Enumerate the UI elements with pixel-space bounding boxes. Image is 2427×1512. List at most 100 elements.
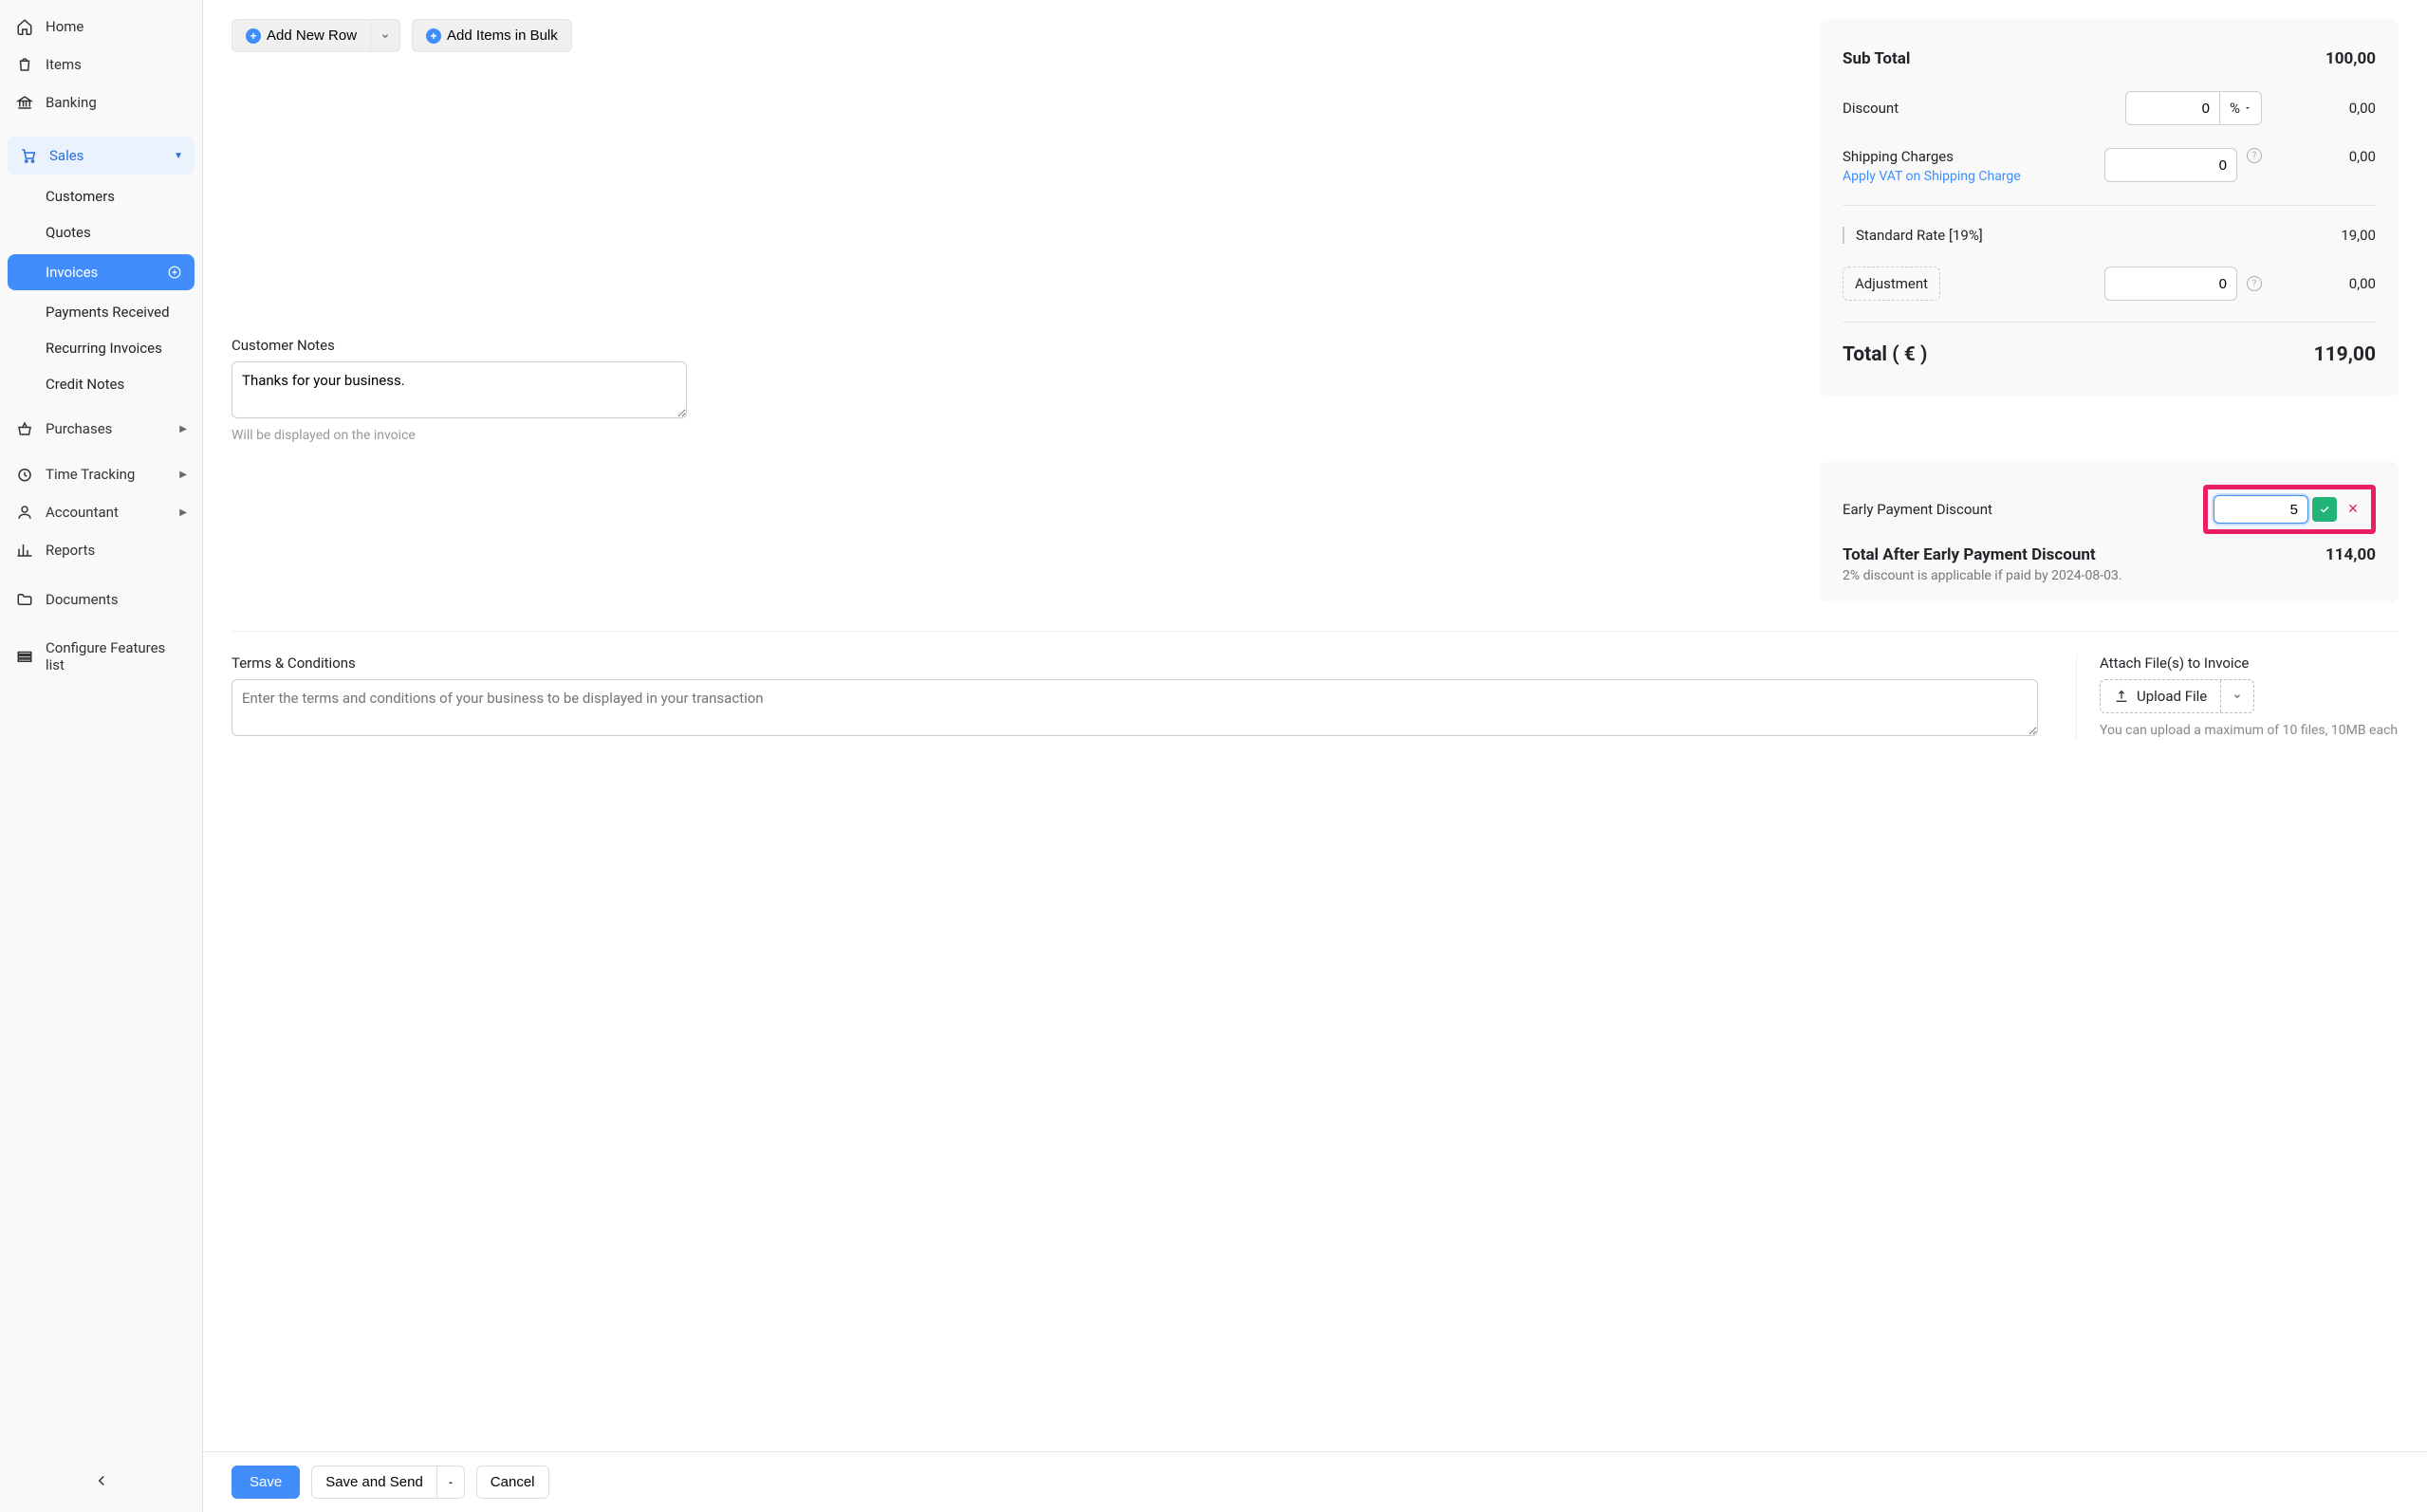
plus-circle-icon: + [246,28,261,44]
discount-unit-dropdown[interactable]: % [2220,91,2262,125]
apply-vat-shipping-link[interactable]: Apply VAT on Shipping Charge [1843,169,2021,184]
save-and-send-dropdown[interactable] [437,1466,465,1499]
epd-total-after-label: Total After Early Payment Discount [1843,545,2262,564]
nav-banking[interactable]: Banking [0,83,202,121]
upload-file-button[interactable]: Upload File [2101,680,2220,712]
nav-label: Sales [49,147,162,164]
chevron-right-icon: ▶ [179,424,187,434]
shipping-label: Shipping Charges [1843,148,2104,165]
subtotal-label: Sub Total [1843,49,2262,68]
plus-circle-icon: + [426,28,441,44]
sidebar: Home Items Banking Sales ▼ Customers Quo… [0,0,203,1512]
help-icon[interactable]: ? [2247,148,2262,163]
nav-label: Banking [46,94,187,111]
add-items-bulk-button[interactable]: + Add Items in Bulk [412,19,572,52]
tax-value: 19,00 [2262,227,2376,244]
footer-actions: Save Save and Send Cancel [203,1451,2427,1512]
sales-subitems: Customers Quotes Invoices Payments Recei… [0,178,202,402]
save-button[interactable]: Save [232,1466,300,1499]
nav-label: Credit Notes [46,376,124,393]
subtotal-value: 100,00 [2262,49,2376,68]
adjustment-value: 0,00 [2262,275,2376,292]
epd-highlight-box: ✕ [2203,485,2376,534]
cart-icon [19,146,38,165]
terms-label: Terms & Conditions [232,655,2038,672]
bank-icon [15,93,34,112]
add-new-row-button[interactable]: + Add New Row [232,19,371,52]
settings-icon [15,647,34,666]
help-icon[interactable]: ? [2247,276,2262,291]
plus-icon[interactable] [166,264,183,281]
nav-configure[interactable]: Configure Features list [0,630,202,683]
epd-label: Early Payment Discount [1843,501,2203,518]
nav-items[interactable]: Items [0,46,202,83]
nav-label: Documents [46,591,187,608]
nav-accountant[interactable]: Accountant ▶ [0,493,202,531]
nav-label: Payments Received [46,304,170,321]
accountant-icon [15,503,34,522]
shipping-input[interactable] [2104,148,2237,182]
nav-label: Recurring Invoices [46,340,162,357]
adjustment-input[interactable] [2104,267,2237,301]
nav-credit-notes[interactable]: Credit Notes [0,366,202,402]
epd-input[interactable] [2214,495,2308,524]
tax-label: Standard Rate [19%] [1843,227,2262,244]
nav-quotes[interactable]: Quotes [0,214,202,250]
nav-label: Configure Features list [46,639,187,673]
nav-purchases[interactable]: Purchases ▶ [0,410,202,448]
add-new-row-group: + Add New Row [232,19,400,52]
customer-notes-textarea[interactable] [232,361,687,418]
nav-reports[interactable]: Reports [0,531,202,569]
epd-total-after-value: 114,00 [2262,545,2376,564]
folder-icon [15,590,34,609]
nav-label: Accountant [46,504,168,521]
nav-payments-received[interactable]: Payments Received [0,294,202,330]
customer-notes-label: Customer Notes [232,337,1791,354]
save-and-send-button[interactable]: Save and Send [311,1466,437,1499]
nav-label: Purchases [46,420,168,437]
nav-documents[interactable]: Documents [0,581,202,618]
cancel-button[interactable]: Cancel [476,1466,549,1499]
add-new-row-dropdown[interactable] [371,19,400,52]
basket-icon [15,419,34,438]
nav-label: Customers [46,188,115,205]
upload-dropdown[interactable] [2220,680,2253,712]
nav-label: Quotes [46,224,91,241]
nav-customers[interactable]: Customers [0,178,202,214]
button-label: Add New Row [267,28,357,44]
main-content: + Add New Row + Add Items in Bulk [203,0,2427,1512]
nav-recurring-invoices[interactable]: Recurring Invoices [0,330,202,366]
discount-value: 0,00 [2262,100,2376,117]
nav-label: Items [46,56,187,73]
shipping-value: 0,00 [2262,148,2376,165]
epd-cancel-button[interactable]: ✕ [2341,497,2365,522]
customer-notes-hint: Will be displayed on the invoice [232,428,1791,443]
nav-label: Invoices [46,264,98,281]
discount-input[interactable] [2125,91,2220,125]
bag-icon [15,55,34,74]
grand-total-label: Total ( € ) [1843,343,2262,366]
attach-hint: You can upload a maximum of 10 files, 10… [2100,723,2399,738]
grand-total-value: 119,00 [2262,343,2376,366]
discount-label: Discount [1843,100,2125,117]
adjustment-label[interactable]: Adjustment [1843,267,1940,301]
clock-icon [15,465,34,484]
totals-panel: Sub Total 100,00 Discount % [1820,19,2399,396]
early-payment-discount-panel: Early Payment Discount ✕ Total After Ear… [1820,462,2399,602]
nav-invoices[interactable]: Invoices [8,254,195,290]
unit-label: % [2230,100,2240,117]
nav-home[interactable]: Home [0,8,202,46]
nav-label: Time Tracking [46,466,168,483]
nav-label: Reports [46,542,187,559]
attach-label: Attach File(s) to Invoice [2100,655,2399,672]
epd-note: 2% discount is applicable if paid by 202… [1843,568,2376,583]
nav-label: Home [46,18,187,35]
collapse-sidebar-button[interactable] [85,1465,118,1497]
chevron-right-icon: ▶ [179,507,187,518]
nav-time-tracking[interactable]: Time Tracking ▶ [0,455,202,493]
terms-textarea[interactable] [232,679,2038,736]
chevron-down-icon: ▼ [174,151,183,161]
epd-confirm-button[interactable] [2312,497,2337,522]
chart-icon [15,541,34,560]
nav-sales[interactable]: Sales ▼ [8,137,195,175]
